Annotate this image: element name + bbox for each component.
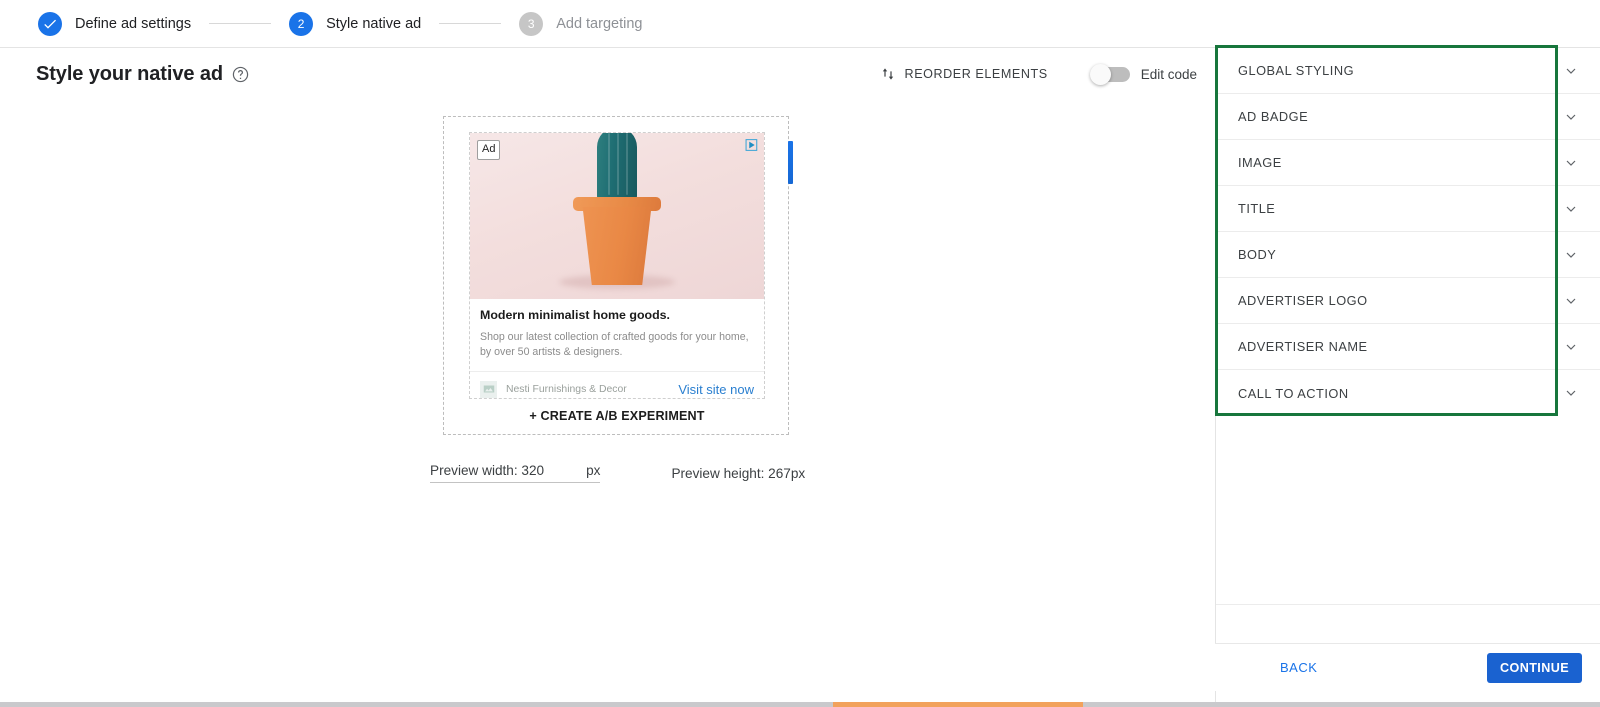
ad-badge: Ad	[477, 140, 501, 160]
accordion-label: BODY	[1238, 247, 1277, 262]
preview-height-label: Preview height: 267px	[671, 465, 806, 481]
ad-preview-stage: Ad Modern minimalist home goods. Shop ou…	[443, 116, 793, 435]
preview-width-unit: px	[586, 463, 601, 478]
step-3-circle: 3	[519, 11, 544, 36]
create-ab-experiment-button[interactable]: + CREATE A/B EXPERIMENT	[469, 402, 765, 430]
page-root: Define ad settings 2 Style native ad 3 A…	[0, 0, 1600, 707]
chevron-down-icon	[1563, 63, 1579, 79]
panel-empty-area	[1216, 465, 1600, 605]
edit-code-toggle[interactable]: Edit code	[1089, 63, 1197, 85]
accordion-label: AD BADGE	[1238, 109, 1309, 124]
page-title: Style your native ad	[36, 62, 223, 85]
step-2-circle: 2	[289, 11, 314, 36]
back-button[interactable]: BACK	[1274, 659, 1323, 676]
step-connector-1	[209, 23, 272, 24]
adchoices-icon[interactable]	[744, 138, 759, 152]
styling-panel: GLOBAL STYLING AD BADGE IMAGE TITLE BODY…	[1215, 48, 1600, 707]
accordion-item-image[interactable]: IMAGE	[1216, 140, 1600, 186]
advertiser-name[interactable]: Nesti Furnishings & Decor	[506, 384, 627, 395]
ad-image[interactable]: Ad	[470, 133, 764, 299]
step-define-ad-settings[interactable]: Define ad settings	[38, 11, 192, 36]
ad-title[interactable]: Modern minimalist home goods.	[480, 308, 754, 324]
chevron-down-icon	[1563, 201, 1579, 217]
wizard-footer: BACK CONTINUE	[1215, 643, 1600, 691]
page-header: Style your native ad REORDER ELEMENTS Ed…	[0, 48, 1215, 100]
sort-arrows-icon	[880, 66, 896, 82]
ad-text-block: Modern minimalist home goods. Shop our l…	[470, 299, 764, 360]
preview-width-label: Preview width: 320	[430, 463, 545, 478]
step-connector-2	[439, 23, 502, 24]
accordion-label: ADVERTISER NAME	[1238, 339, 1368, 354]
chevron-down-icon	[1563, 155, 1579, 171]
ad-footer: Nesti Furnishings & Decor Visit site now	[470, 370, 764, 398]
chevron-down-icon	[1563, 339, 1579, 355]
accordion-item-advertiser-logo[interactable]: ADVERTISER LOGO	[1216, 278, 1600, 324]
chevron-down-icon	[1563, 247, 1579, 263]
step-3-label: Add targeting	[556, 15, 643, 32]
native-ad-preview-card[interactable]: Ad Modern minimalist home goods. Shop ou…	[469, 132, 765, 399]
step-2-number: 2	[297, 16, 305, 31]
help-circle-icon[interactable]	[232, 66, 249, 83]
step-add-targeting[interactable]: 3 Add targeting	[519, 11, 643, 36]
continue-button[interactable]: CONTINUE	[1487, 652, 1582, 683]
styling-accordion: GLOBAL STYLING AD BADGE IMAGE TITLE BODY…	[1216, 48, 1600, 416]
accordion-label: CALL TO ACTION	[1238, 385, 1349, 401]
header-tools: REORDER ELEMENTS Edit code	[880, 63, 1215, 85]
accordion-item-ad-badge[interactable]: AD BADGE	[1216, 94, 1600, 140]
accordion-item-title[interactable]: TITLE	[1216, 186, 1600, 232]
step-3-number: 3	[527, 16, 535, 31]
edit-code-label: Edit code	[1140, 66, 1197, 82]
preview-width-field[interactable]: Preview width: 320 px	[430, 463, 601, 483]
accordion-label: ADVERTISER LOGO	[1238, 293, 1368, 308]
ad-call-to-action[interactable]: Visit site now	[678, 382, 754, 397]
step-1-label: Define ad settings	[75, 15, 192, 32]
system-taskbar	[0, 702, 1600, 707]
edit-code-toggle-track	[1089, 63, 1130, 85]
accordion-item-global-styling[interactable]: GLOBAL STYLING	[1216, 48, 1600, 94]
reorder-elements-button[interactable]: REORDER ELEMENTS	[880, 66, 1048, 82]
accordion-item-call-to-action[interactable]: CALL TO ACTION	[1216, 370, 1600, 416]
accordion-item-advertiser-name[interactable]: ADVERTISER NAME	[1216, 324, 1600, 370]
chevron-down-icon	[1563, 293, 1579, 309]
step-style-native-ad[interactable]: 2 Style native ad	[289, 11, 422, 36]
check-icon	[44, 19, 56, 29]
stepper: Define ad settings 2 Style native ad 3 A…	[0, 0, 1600, 48]
reorder-elements-label: REORDER ELEMENTS	[904, 67, 1048, 81]
step-1-circle	[38, 11, 62, 36]
accordion-item-body[interactable]: BODY	[1216, 232, 1600, 278]
preview-resize-handle[interactable]	[788, 141, 793, 184]
cactus-ridge	[608, 133, 610, 195]
accordion-label: GLOBAL STYLING	[1238, 63, 1355, 78]
cactus-ridge	[626, 133, 628, 195]
chevron-down-icon	[1563, 385, 1579, 401]
taskbar-active-item	[833, 702, 1083, 707]
edit-code-toggle-knob	[1089, 63, 1111, 85]
cactus-ridge	[617, 133, 619, 195]
step-2-label: Style native ad	[326, 15, 422, 32]
accordion-label: TITLE	[1238, 201, 1276, 216]
cactus-body	[597, 133, 637, 203]
ad-body[interactable]: Shop our latest collection of crafted go…	[480, 330, 754, 360]
chevron-down-icon	[1563, 109, 1579, 125]
image-placeholder-icon[interactable]	[480, 380, 497, 398]
pot-body	[582, 207, 652, 285]
accordion-label: IMAGE	[1238, 155, 1282, 170]
preview-size-row: Preview width: 320 px Preview height: 26…	[430, 458, 850, 488]
